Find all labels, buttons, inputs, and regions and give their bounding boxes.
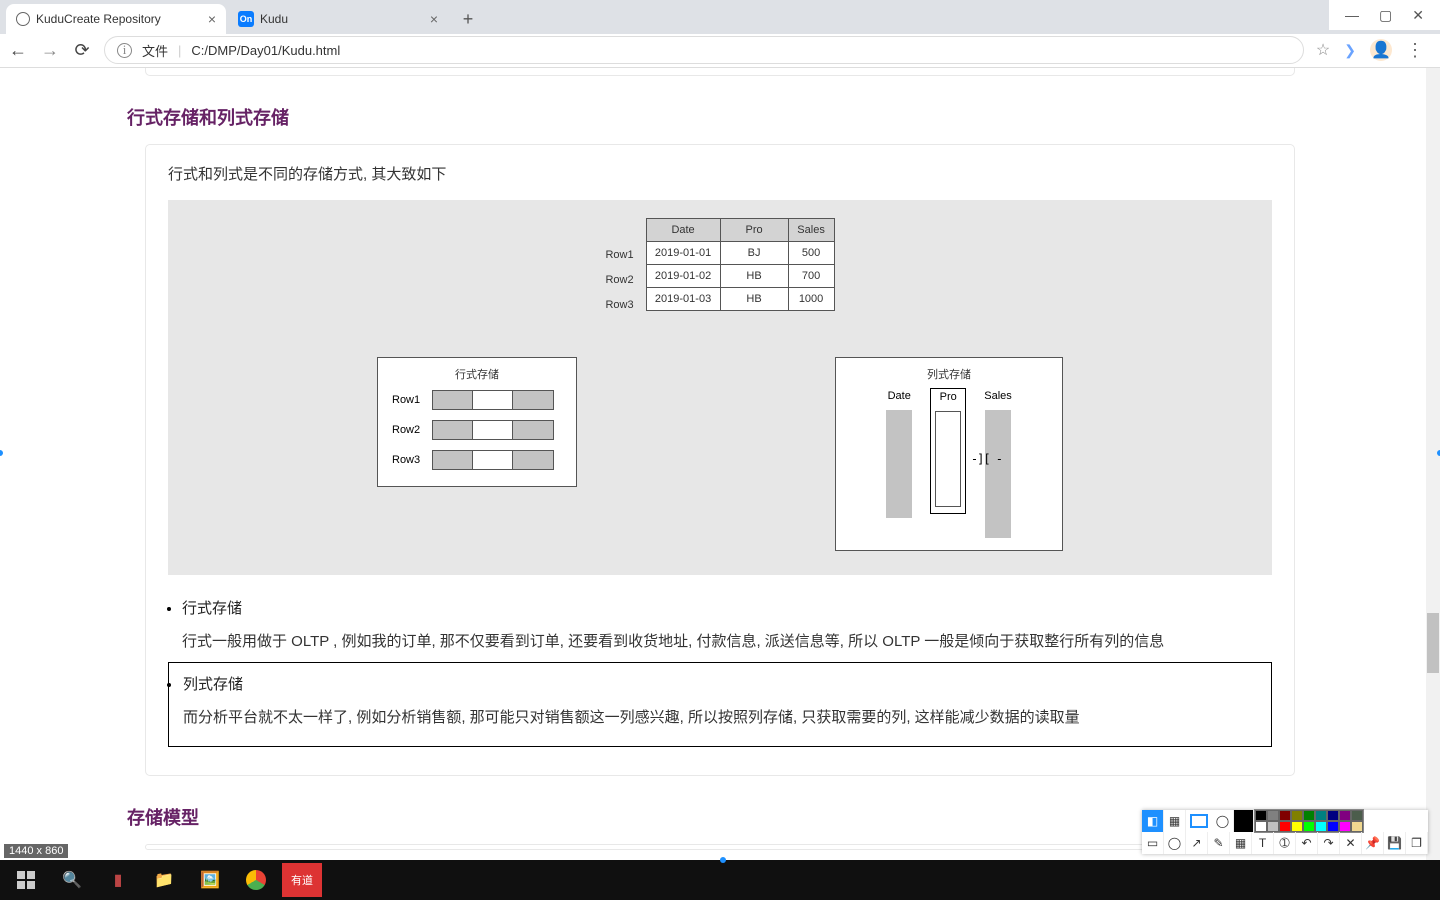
app-icon[interactable]: 📁: [144, 863, 184, 897]
highlighted-box: 列式存储 而分析平台就不太一样了, 例如分析销售额, 那可能只对销售额这一列感兴…: [168, 662, 1272, 747]
tool-fill-icon[interactable]: ◧: [1142, 810, 1164, 832]
source-table: Date Pro Sales 2019-01-01 BJ 500 2019-01…: [646, 218, 835, 311]
browser-chrome: KuduCreate Repository × On Kudu × + — ▢ …: [0, 0, 1440, 68]
cursor-indicator: -][ -: [971, 452, 1002, 466]
tool-number-icon[interactable]: ➀: [1274, 832, 1296, 854]
list-item: 列式存储 而分析平台就不太一样了, 例如分析销售额, 那可能只对销售额这一列感兴…: [182, 662, 1272, 747]
content-panel: [145, 844, 1295, 850]
list-item: 行式存储 行式一般用做于 OLTP , 例如我的订单, 那不仅要看到订单, 还要…: [182, 597, 1272, 656]
section-title: 行式存储和列式存储: [127, 104, 1295, 130]
palette-swatch[interactable]: [1339, 810, 1351, 821]
tool-cancel-icon[interactable]: ✕: [1340, 832, 1362, 854]
back-icon[interactable]: ←: [8, 40, 28, 61]
tool-save-icon[interactable]: 💾: [1384, 832, 1406, 854]
source-row-labels: Row1 Row2 Row3: [605, 218, 637, 317]
palette-swatch[interactable]: [1279, 810, 1291, 821]
bookmark-icon[interactable]: ☆: [1316, 40, 1330, 60]
tool-pin-icon[interactable]: 📌: [1362, 832, 1384, 854]
search-icon[interactable]: 🔍: [52, 863, 92, 897]
tool-color-black[interactable]: [1234, 810, 1254, 832]
page-content: 行式存储和列式存储 行式和列式是不同的存储方式, 其大致如下 Row1 Row2…: [145, 68, 1295, 860]
tool-undo-icon[interactable]: ↶: [1296, 832, 1318, 854]
row-storage-box: 行式存储 Row1 Row2 Row3: [377, 357, 577, 487]
avatar[interactable]: 👤: [1370, 39, 1392, 61]
tool-text-icon[interactable]: T: [1252, 832, 1274, 854]
start-icon[interactable]: [6, 863, 46, 897]
palette-swatch[interactable]: [1351, 810, 1363, 821]
palette-swatch[interactable]: [1339, 821, 1351, 832]
col-storage-box: 列式存储 Date Pro Sales -][ -: [835, 357, 1063, 551]
kudu-favicon: On: [238, 11, 254, 27]
url-path: C:/DMP/Day01/Kudu.html: [191, 43, 340, 58]
page-viewport[interactable]: 行式存储和列式存储 行式和列式是不同的存储方式, 其大致如下 Row1 Row2…: [0, 68, 1440, 860]
app-icon[interactable]: ▮: [98, 863, 138, 897]
toolbar: ← → ⟳ i 文件 | C:/DMP/Day01/Kudu.html ☆ ❯ …: [0, 34, 1440, 68]
minimize-icon[interactable]: —: [1345, 7, 1359, 23]
palette-swatch[interactable]: [1315, 810, 1327, 821]
globe-icon: [16, 12, 30, 26]
tool-rect-icon[interactable]: ▭: [1142, 832, 1164, 854]
browser-tab-inactive[interactable]: On Kudu ×: [228, 4, 448, 34]
scrollbar-thumb[interactable]: [1427, 613, 1439, 673]
storage-diagram: Row1 Row2 Row3 Date Pro Sales 2019-01-01…: [168, 200, 1272, 575]
content-panel: 行式和列式是不同的存储方式, 其大致如下 Row1 Row2 Row3 Date…: [145, 144, 1295, 776]
panel-caption: 行式和列式是不同的存储方式, 其大致如下: [168, 163, 1272, 184]
window-controls: — ▢ ✕: [1329, 0, 1440, 30]
tool-rect-icon[interactable]: [1190, 814, 1208, 828]
maximize-icon[interactable]: ▢: [1379, 7, 1392, 24]
toolbar-right: ☆ ❯ 👤 ⋮: [1316, 39, 1432, 61]
tab-title: KuduCreate Repository: [36, 12, 161, 26]
menu-icon[interactable]: ⋮: [1406, 40, 1424, 61]
app-icon[interactable]: 🖼️: [190, 863, 230, 897]
palette-swatch[interactable]: [1291, 810, 1303, 821]
tab-strip: KuduCreate Repository × On Kudu × + — ▢ …: [0, 0, 1440, 34]
tool-redo-icon[interactable]: ↷: [1318, 832, 1340, 854]
info-icon[interactable]: i: [117, 43, 132, 58]
palette-swatch[interactable]: [1291, 821, 1303, 832]
chrome-icon[interactable]: [236, 863, 276, 897]
palette-swatch[interactable]: [1315, 821, 1327, 832]
tool-mosaic-icon[interactable]: ▦: [1230, 832, 1252, 854]
close-icon[interactable]: ×: [208, 11, 216, 27]
tab-title: Kudu: [260, 12, 288, 26]
palette-swatch[interactable]: [1327, 810, 1339, 821]
forward-icon[interactable]: →: [40, 40, 60, 61]
palette-swatch[interactable]: [1267, 810, 1279, 821]
palette-swatch[interactable]: [1255, 821, 1267, 832]
palette-swatch[interactable]: [1327, 821, 1339, 832]
tool-copy-icon[interactable]: ❐: [1406, 832, 1428, 854]
url-prefix: 文件: [142, 41, 168, 60]
section-title: 存储模型: [127, 804, 1295, 830]
tool-mosaic-icon[interactable]: ▦: [1164, 810, 1186, 832]
browser-tab-active[interactable]: KuduCreate Repository ×: [6, 4, 226, 34]
app-icon[interactable]: 有道: [282, 863, 322, 897]
reload-icon[interactable]: ⟳: [72, 40, 92, 61]
palette-swatch[interactable]: [1303, 810, 1315, 821]
scrollbar-track[interactable]: [1426, 68, 1440, 860]
extension-icon[interactable]: ❯: [1344, 42, 1356, 59]
close-icon[interactable]: ×: [430, 11, 438, 27]
color-palette[interactable]: [1254, 809, 1364, 833]
crop-handle[interactable]: [720, 857, 726, 863]
tool-ellipse-icon[interactable]: ◯: [1212, 810, 1234, 832]
new-tab-button[interactable]: +: [454, 6, 482, 34]
screenshot-toolbar[interactable]: ◧ ▦ ◯ ▭ ◯ ↗ ✎ ▦ T ➀ ↶ ↷ ✕ 📌 💾 ❐: [1142, 810, 1428, 854]
tool-brush-icon[interactable]: ✎: [1208, 832, 1230, 854]
palette-swatch[interactable]: [1279, 821, 1291, 832]
address-bar[interactable]: i 文件 | C:/DMP/Day01/Kudu.html: [104, 36, 1304, 64]
tool-arrow-icon[interactable]: ↗: [1186, 832, 1208, 854]
palette-swatch[interactable]: [1255, 810, 1267, 821]
dimension-label: 1440 x 860: [4, 844, 68, 858]
close-window-icon[interactable]: ✕: [1412, 7, 1424, 24]
tool-ellipse-icon[interactable]: ◯: [1164, 832, 1186, 854]
palette-swatch[interactable]: [1303, 821, 1315, 832]
palette-swatch[interactable]: [1267, 821, 1279, 832]
taskbar[interactable]: 🔍 ▮ 📁 🖼️ 有道: [0, 860, 1440, 900]
notes-list: 行式存储 行式一般用做于 OLTP , 例如我的订单, 那不仅要看到订单, 还要…: [182, 597, 1272, 747]
source-table-wrap: Row1 Row2 Row3 Date Pro Sales 2019-01-01…: [605, 218, 834, 317]
storage-boxes-row: 行式存储 Row1 Row2 Row3 列式存储 Date Pro Sales …: [168, 357, 1272, 551]
palette-swatch[interactable]: [1351, 821, 1363, 832]
